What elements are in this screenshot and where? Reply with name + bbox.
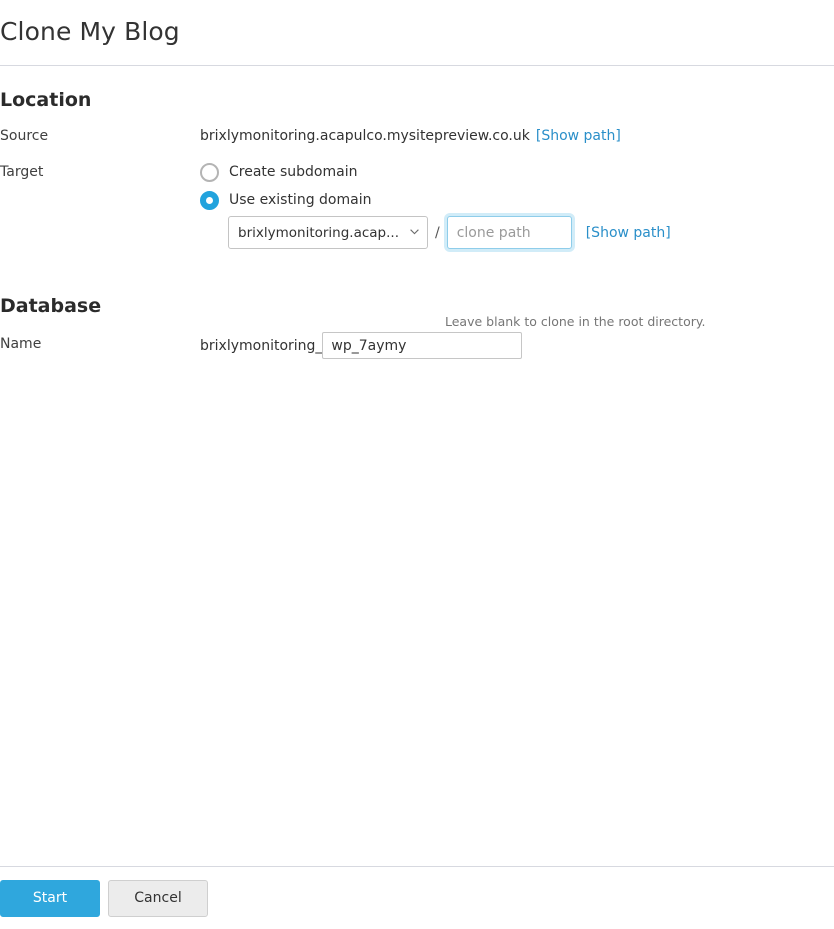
- form-body: Location Source brixlymonitoring.acapulc…: [0, 66, 834, 866]
- start-button[interactable]: Start: [0, 880, 100, 917]
- page-title: Clone My Blog: [0, 17, 180, 46]
- database-name-label: Name: [0, 336, 42, 352]
- target-show-path-link[interactable]: [Show path]: [586, 225, 671, 241]
- radio-option-create-subdomain[interactable]: Create subdomain: [200, 162, 357, 182]
- clone-my-blog-page: Clone My Blog Location Source brixlymoni…: [0, 0, 834, 929]
- radio-use-existing-domain-label: Use existing domain: [229, 192, 372, 208]
- source-row: brixlymonitoring.acapulco.mysitepreview.…: [200, 126, 621, 146]
- database-name-row: brixlymonitoring_: [200, 332, 523, 359]
- domain-select[interactable]: brixlymonitoring.acap...: [228, 216, 428, 249]
- cancel-button[interactable]: Cancel: [108, 880, 208, 917]
- radio-use-existing-domain[interactable]: [200, 190, 219, 210]
- page-header: Clone My Blog: [0, 0, 834, 66]
- domain-select-wrapper: brixlymonitoring.acap...: [228, 216, 428, 249]
- radio-create-subdomain[interactable]: [200, 162, 219, 182]
- page-footer: Start Cancel: [0, 866, 834, 929]
- path-separator: /: [435, 224, 440, 241]
- source-show-path-link[interactable]: [Show path]: [536, 126, 621, 146]
- radio-option-use-existing-domain[interactable]: Use existing domain: [200, 190, 371, 210]
- source-label: Source: [0, 128, 49, 144]
- target-controls-row: brixlymonitoring.acap... / [Show path]: [228, 216, 671, 249]
- section-heading-location: Location: [0, 89, 92, 111]
- clone-path-wrapper: [446, 216, 572, 249]
- section-heading-database: Database: [0, 295, 102, 317]
- radio-create-subdomain-label: Create subdomain: [229, 164, 358, 180]
- clone-path-helper-text: Leave blank to clone in the root directo…: [445, 314, 706, 329]
- target-label: Target: [0, 164, 44, 180]
- source-domain-value: brixlymonitoring.acapulco.mysitepreview.…: [200, 128, 530, 144]
- clone-path-input[interactable]: [446, 216, 572, 249]
- database-name-input[interactable]: [322, 332, 523, 359]
- database-name-prefix: brixlymonitoring_: [200, 337, 323, 354]
